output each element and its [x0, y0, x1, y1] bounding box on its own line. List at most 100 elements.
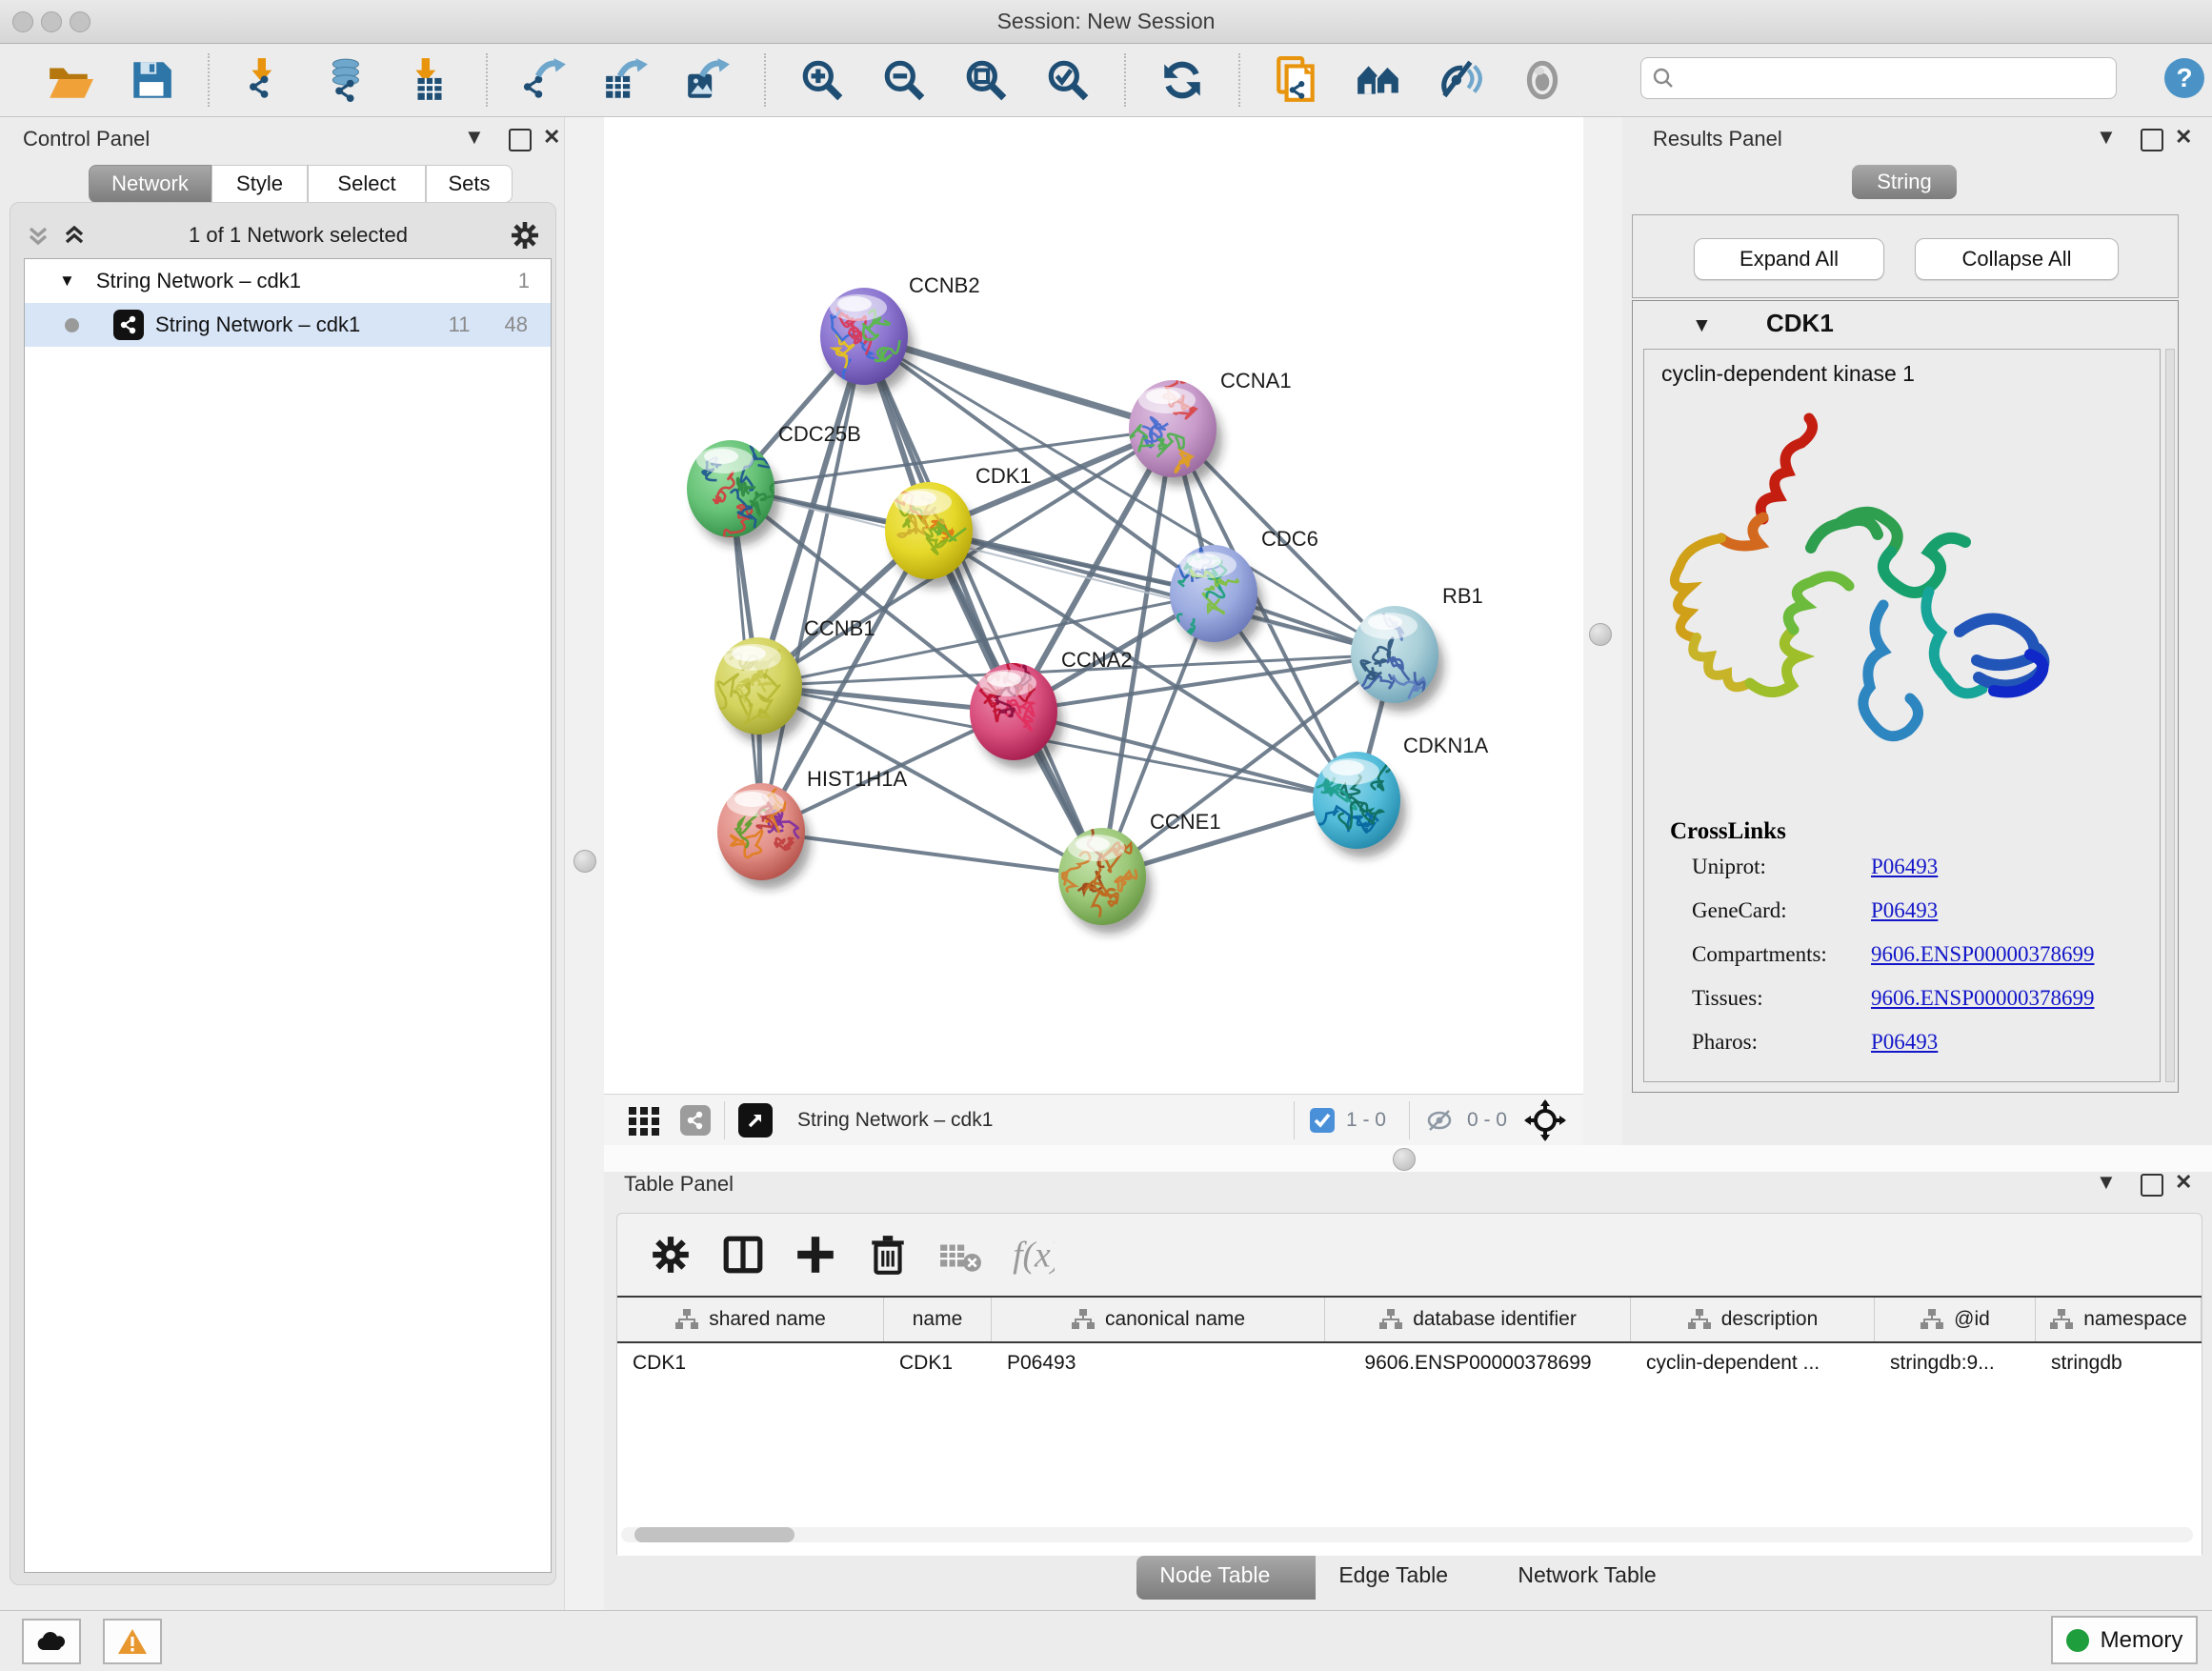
tab-network-table[interactable]: Network Table	[1495, 1556, 1679, 1600]
collapse-all-button[interactable]: Collapse All	[1915, 238, 2119, 280]
zoom-in-icon[interactable]	[797, 55, 847, 105]
column-header--id[interactable]: @id	[1875, 1298, 2036, 1341]
tab-edge-table[interactable]: Edge Table	[1316, 1556, 1495, 1600]
table-panel-float-icon[interactable]	[2141, 1174, 2163, 1197]
column-header-name[interactable]: name	[884, 1298, 992, 1341]
memory-button[interactable]: Memory	[2051, 1616, 2198, 1664]
add-column-icon[interactable]	[789, 1228, 842, 1281]
network-node-CDK1[interactable]	[885, 482, 978, 588]
column-header-database-identifier[interactable]: database identifier	[1325, 1298, 1631, 1341]
tab-string[interactable]: String	[1852, 165, 1957, 199]
table-panel-menu-icon[interactable]: ▼	[2096, 1170, 2117, 1195]
collapse-entry-icon[interactable]: ▼	[1692, 314, 1712, 337]
collapse-icon[interactable]: ▼	[59, 272, 75, 291]
right-splitter[interactable]	[1583, 117, 1625, 1145]
results-scrollbar[interactable]	[2165, 349, 2175, 1082]
import-table-file-icon[interactable]	[405, 55, 454, 105]
delete-column-icon[interactable]	[861, 1228, 915, 1281]
crosslink-link[interactable]: P06493	[1871, 855, 1938, 878]
open-session-icon[interactable]	[45, 55, 94, 105]
hide-unhide-icon[interactable]	[1436, 55, 1485, 105]
edge-HIST1H1A-CCNE1[interactable]	[761, 832, 1102, 876]
horizontal-splitter[interactable]	[604, 1145, 2212, 1173]
control-panel-close-icon[interactable]: ✕	[543, 125, 560, 150]
warning-button[interactable]	[103, 1619, 162, 1664]
table-cell: CDK1	[617, 1343, 884, 1383]
table-box: f(x) shared namenamecanonical namedataba…	[616, 1213, 2202, 1555]
left-splitter[interactable]	[564, 117, 605, 1610]
network-tree-row[interactable]: String Network – cdk1 11 48	[25, 303, 551, 347]
results-panel-menu-icon[interactable]: ▼	[2096, 125, 2117, 150]
horizontal-splitter-handle[interactable]	[1393, 1148, 1416, 1171]
table-hscrollbar[interactable]	[621, 1527, 2193, 1542]
left-splitter-handle[interactable]	[573, 850, 596, 873]
network-node-CDC25B[interactable]	[687, 440, 780, 546]
gear-icon[interactable]	[508, 218, 542, 252]
search-input[interactable]	[1683, 67, 2116, 91]
network-analyzer-icon[interactable]	[1354, 55, 1403, 105]
network-node-HIST1H1A[interactable]	[717, 783, 811, 889]
results-panel-close-icon[interactable]: ✕	[2175, 125, 2192, 150]
network-node-CCNA1[interactable]	[1116, 372, 1222, 486]
show-graphics-details-icon[interactable]	[1518, 55, 1567, 105]
hidden-eye-icon[interactable]	[1423, 1103, 1458, 1137]
grid-view-icon[interactable]	[625, 1101, 663, 1139]
network-node-CDKN1A[interactable]	[1306, 752, 1406, 857]
right-splitter-handle[interactable]	[1589, 623, 1612, 646]
table-row[interactable]: CDK1CDK1P064939606.ENSP00000378699cyclin…	[617, 1343, 2202, 1383]
network-tree-row[interactable]: ▼ String Network – cdk1 1	[25, 259, 551, 303]
column-header-namespace[interactable]: namespace	[2036, 1298, 2202, 1341]
tab-network[interactable]: Network	[89, 165, 211, 203]
open-in-new-window-icon[interactable]	[738, 1103, 773, 1137]
export-table-icon[interactable]	[601, 55, 651, 105]
refresh-icon[interactable]	[1157, 55, 1207, 105]
collapse-all-icon[interactable]	[24, 221, 52, 250]
share-document-icon[interactable]	[1272, 55, 1321, 105]
column-header-description[interactable]: description	[1631, 1298, 1875, 1341]
delete-table-icon	[934, 1228, 987, 1281]
column-header-canonical-name[interactable]: canonical name	[992, 1298, 1325, 1341]
table-hscrollbar-thumb[interactable]	[634, 1527, 794, 1542]
import-network-database-icon[interactable]	[323, 55, 372, 105]
network-node-CCNB2[interactable]	[820, 288, 914, 411]
crosslink-link[interactable]: P06493	[1871, 1030, 1938, 1054]
network-node-CCNE1[interactable]	[1058, 814, 1152, 935]
expand-all-icon[interactable]	[60, 221, 89, 250]
zoom-out-icon[interactable]	[879, 55, 929, 105]
results-panel-float-icon[interactable]	[2141, 129, 2163, 151]
import-network-file-icon[interactable]	[241, 55, 291, 105]
selected-counts: 1 - 0	[1346, 1109, 1386, 1132]
crosslink-label: Uniprot:	[1692, 855, 1871, 879]
string-app-icon-disabled[interactable]	[680, 1105, 711, 1136]
control-panel-float-icon[interactable]	[509, 129, 532, 151]
split-columns-icon[interactable]	[716, 1228, 770, 1281]
node-label-CCNA1: CCNA1	[1220, 369, 1292, 393]
tab-select[interactable]: Select	[308, 165, 426, 203]
crosslink-link[interactable]: 9606.ENSP00000378699	[1871, 942, 2095, 966]
crosslink-link[interactable]: 9606.ENSP00000378699	[1871, 986, 2095, 1010]
search-box[interactable]	[1640, 57, 2117, 99]
network-canvas[interactable]: CCNB2CCNA1CDC25BCDK1CDC6RB1CCNB1CCNA2CDK…	[604, 117, 1583, 1094]
edge-CCNB2-CCNE1[interactable]	[864, 336, 1102, 876]
table-settings-icon[interactable]	[644, 1228, 697, 1281]
fit-content-crosshair-icon[interactable]	[1524, 1099, 1566, 1141]
export-network-icon[interactable]	[519, 55, 569, 105]
zoom-selected-icon[interactable]	[1043, 55, 1093, 105]
table-cell: 9606.ENSP00000378699	[1325, 1343, 1631, 1383]
tab-sets[interactable]: Sets	[426, 165, 513, 203]
tab-node-table[interactable]: Node Table	[1136, 1556, 1316, 1600]
cloud-button[interactable]	[22, 1619, 81, 1664]
save-session-icon[interactable]	[127, 55, 176, 105]
column-header-shared-name[interactable]: shared name	[617, 1298, 884, 1341]
crosslink-link[interactable]: P06493	[1871, 898, 1938, 922]
network-node-RB1[interactable]	[1351, 606, 1446, 717]
control-panel-menu-icon[interactable]: ▼	[464, 125, 485, 150]
help-icon[interactable]: ?	[2164, 58, 2204, 98]
network-node-CDC6[interactable]	[1163, 529, 1263, 651]
tab-style[interactable]: Style	[211, 165, 308, 203]
expand-all-button[interactable]: Expand All	[1694, 238, 1884, 280]
zoom-fit-icon[interactable]	[961, 55, 1011, 105]
selected-checkbox-icon[interactable]	[1308, 1106, 1337, 1135]
table-panel-close-icon[interactable]: ✕	[2175, 1170, 2192, 1195]
export-image-icon[interactable]	[683, 55, 733, 105]
